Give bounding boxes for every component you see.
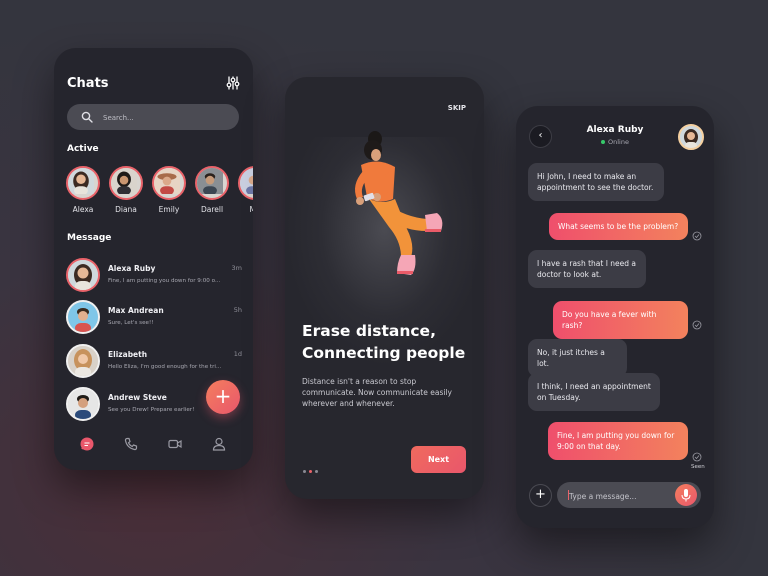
list-item[interactable]: Alexa Ruby Fine, I am putting you down f…: [66, 258, 242, 296]
next-button[interactable]: Next: [411, 446, 466, 473]
conversation-screen: ‹ Alexa Ruby Online Hi John, I need to m…: [516, 106, 714, 528]
new-chat-button[interactable]: +: [206, 380, 240, 414]
message-time: 5h: [233, 306, 242, 314]
message-preview: Fine, I am putting you down for 9:00 o..…: [108, 278, 221, 284]
active-user-name: Diana: [115, 205, 137, 214]
avatar: [109, 166, 143, 200]
avatar: [66, 300, 100, 334]
headline-line-1: Erase distance,: [302, 322, 436, 340]
message-composer[interactable]: [557, 482, 701, 508]
video-icon[interactable]: [167, 436, 183, 452]
message-time: 3m: [231, 264, 242, 272]
incoming-message: I think, I need an appointment on Tuesda…: [528, 373, 660, 411]
incoming-message: Hi John, I need to make an appointment t…: [528, 163, 664, 201]
avatar: [66, 344, 100, 378]
person-illustration: [355, 131, 443, 275]
page-indicator: [303, 458, 321, 477]
outgoing-message: Fine, I am putting you down for 9:00 on …: [548, 422, 688, 460]
active-user-darell[interactable]: Darell: [195, 166, 229, 214]
microphone-icon: [681, 489, 691, 502]
phone-icon[interactable]: [123, 436, 139, 452]
active-user-name: Darell: [200, 205, 224, 214]
incoming-message: No, it just itches a lot.: [528, 339, 627, 377]
read-receipt-icon: [692, 452, 702, 462]
active-user-emily[interactable]: Emily: [152, 166, 186, 214]
avatar: [66, 387, 100, 421]
seen-label: Seen: [691, 464, 705, 470]
message-input[interactable]: [567, 487, 667, 505]
contact-name: Elizabeth: [108, 350, 148, 359]
message-time: 1d: [233, 350, 242, 358]
page-dot[interactable]: [315, 470, 318, 473]
avatar: [238, 166, 253, 200]
avatar: [152, 166, 186, 200]
active-user-diana[interactable]: Diana: [109, 166, 143, 214]
active-heading: Active: [67, 144, 99, 154]
headline-line-2: Connecting people: [302, 344, 466, 362]
avatar: [195, 166, 229, 200]
filter-icon[interactable]: [226, 76, 240, 90]
outgoing-message: What seems to be the problem?: [549, 213, 688, 240]
message-preview: Sure, Let's see!!: [108, 320, 154, 326]
chat-icon[interactable]: [79, 436, 95, 452]
skip-button[interactable]: SKIP: [448, 104, 466, 112]
active-user-name: Emily: [158, 205, 180, 214]
search-bar[interactable]: [67, 104, 239, 130]
message-heading: Message: [67, 233, 112, 243]
message-preview: Hello Eliza, I'm good enough for the tri…: [108, 364, 222, 370]
list-item[interactable]: Elizabeth Hello Eliza, I'm good enough f…: [66, 344, 242, 382]
onboarding-subtitle: Distance isn't a reason to stop communic…: [302, 377, 452, 408]
active-user-alexa[interactable]: Alexa: [66, 166, 100, 214]
active-user-name: Alexa: [72, 205, 94, 214]
page-title: Chats: [67, 76, 109, 91]
attach-button[interactable]: +: [529, 484, 552, 507]
active-users-row: Alexa Diana Emily Darell M: [66, 166, 253, 221]
chats-screen: Chats Active Alexa: [54, 48, 253, 470]
contact-name: Alexa Ruby: [108, 264, 156, 273]
voice-record-button[interactable]: [675, 484, 697, 506]
online-dot-icon: [601, 140, 606, 144]
active-user-me[interactable]: Me: [238, 166, 253, 214]
status-text: Online: [608, 138, 629, 146]
outgoing-message: Do you have a fever with rash?: [553, 301, 688, 339]
bottom-tab-bar: [54, 432, 253, 456]
page-dot-active[interactable]: [309, 470, 312, 473]
search-input[interactable]: [101, 109, 225, 127]
active-user-name: Me: [249, 205, 253, 214]
profile-icon[interactable]: [211, 436, 227, 452]
onboarding-screen: SKIP Erase distance, Connecting people D…: [285, 77, 484, 499]
onboarding-headline: Erase distance, Connecting people: [302, 320, 465, 364]
read-receipt-icon: [692, 320, 702, 330]
page-dot[interactable]: [303, 470, 306, 473]
avatar: [66, 258, 100, 292]
avatar[interactable]: [678, 124, 704, 150]
list-item[interactable]: Max Andrean Sure, Let's see!! 5h: [66, 300, 242, 338]
search-icon: [81, 111, 93, 123]
avatar: [66, 166, 100, 200]
contact-name: Max Andrean: [108, 306, 164, 315]
contact-name: Andrew Steve: [108, 393, 167, 402]
incoming-message: I have a rash that I need a doctor to lo…: [528, 250, 646, 288]
read-receipt-icon: [692, 231, 702, 241]
